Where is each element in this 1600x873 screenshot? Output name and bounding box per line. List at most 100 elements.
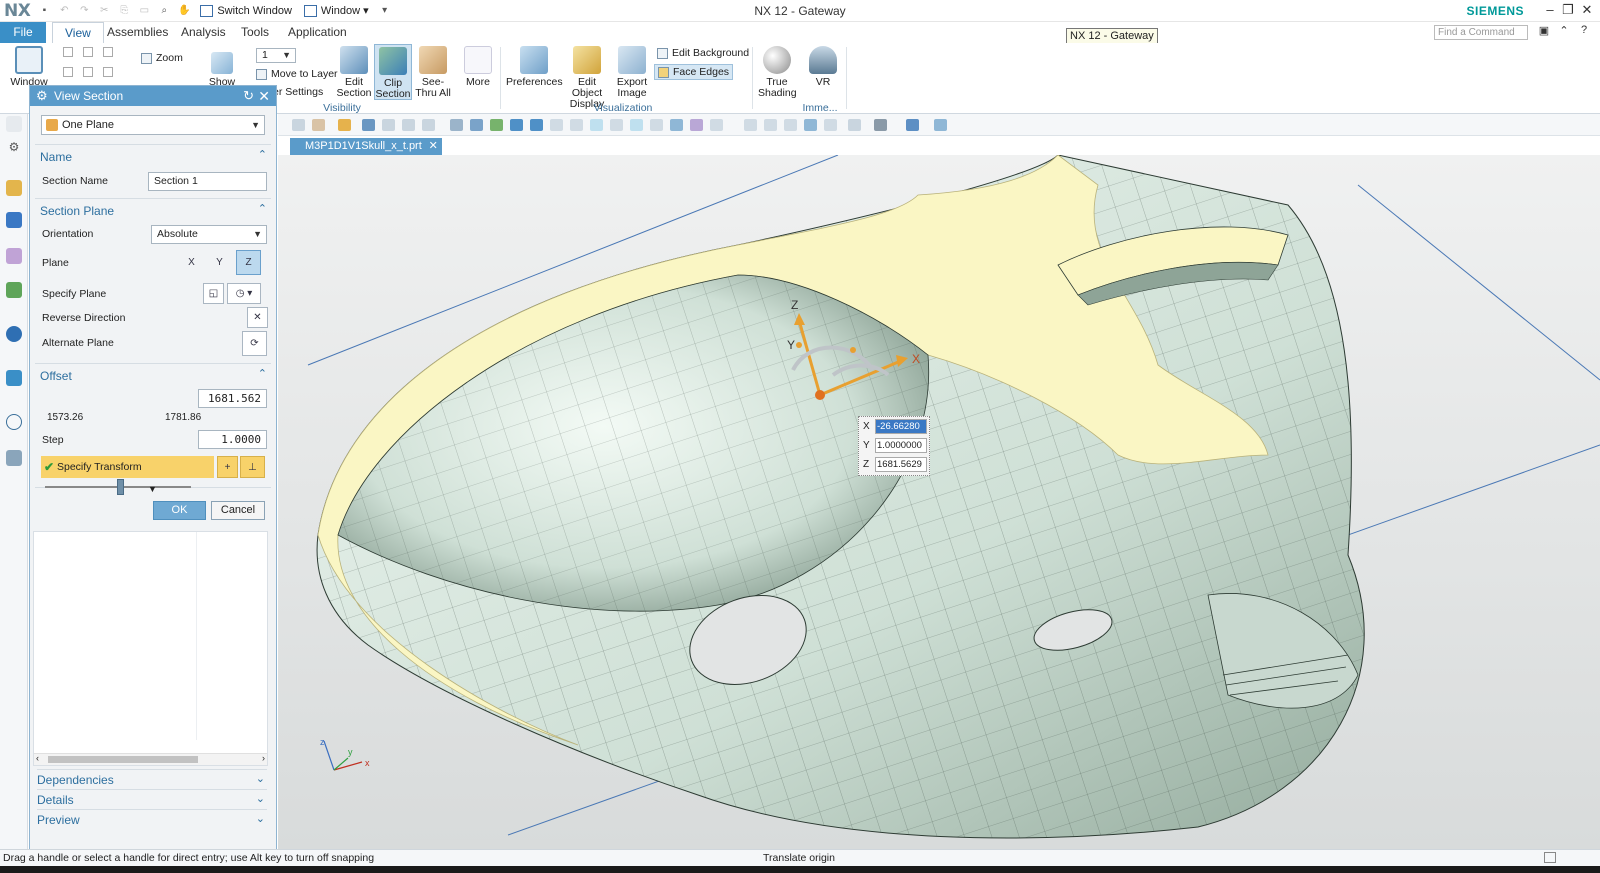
snap-icon[interactable] bbox=[650, 119, 663, 131]
name-group-header[interactable]: Name ⌃ bbox=[35, 145, 271, 165]
expand-icon[interactable]: ⌄ bbox=[256, 772, 265, 785]
ribbon-options-icon[interactable]: ▣ bbox=[1534, 24, 1554, 37]
snap-icon[interactable] bbox=[490, 119, 503, 131]
see-thru-all-button[interactable]: See-Thru All bbox=[413, 46, 453, 99]
snap-icon[interactable] bbox=[530, 119, 543, 131]
offset-value-input[interactable]: 1681.562 bbox=[198, 389, 267, 408]
reset-icon[interactable]: ↻ bbox=[243, 86, 254, 106]
view-icon[interactable] bbox=[874, 119, 887, 131]
toolbar-icon[interactable] bbox=[450, 119, 463, 131]
step-input[interactable]: 1.0000 bbox=[198, 430, 267, 449]
coord-z-input[interactable]: 1681.5629 bbox=[875, 457, 927, 472]
copy-icon[interactable]: ⎘ bbox=[117, 4, 131, 18]
roles-icon[interactable] bbox=[6, 450, 22, 466]
layout-grid-icons[interactable] bbox=[60, 47, 120, 81]
minimize-icon[interactable]: – bbox=[1540, 2, 1560, 17]
coord-y-input[interactable]: 1.0000000 bbox=[875, 438, 927, 453]
more-button[interactable]: More bbox=[462, 46, 494, 88]
plane-dialog-button[interactable]: ◷ ▾ bbox=[227, 283, 261, 304]
tab-file[interactable]: File bbox=[0, 22, 46, 43]
plane-x-button[interactable]: X bbox=[181, 252, 202, 273]
part-file-tab[interactable]: M3P1D1V1Skull_x_t.prt ✕ bbox=[290, 138, 442, 155]
export-image-button[interactable]: Export Image bbox=[616, 46, 648, 99]
edit-object-display-button[interactable]: Edit Object Display bbox=[563, 46, 611, 110]
toolbar-icon[interactable] bbox=[402, 119, 415, 131]
dependencies-panel[interactable]: Dependencies ⌄ bbox=[37, 769, 267, 788]
preview-panel[interactable]: Preview ⌄ bbox=[37, 809, 267, 828]
undo-icon[interactable]: ↶ bbox=[57, 4, 71, 18]
close-tab-icon[interactable]: ✕ bbox=[429, 138, 438, 155]
orientation-select[interactable]: Absolute ▼ bbox=[151, 225, 267, 244]
toolbar-icon[interactable] bbox=[470, 119, 483, 131]
offset-group-header[interactable]: Offset ⌃ bbox=[35, 364, 271, 384]
preferences-button[interactable]: Preferences bbox=[506, 46, 563, 88]
customize-quick-access-icon[interactable]: ▾ bbox=[378, 4, 392, 18]
more-options-icon[interactable]: ▼ bbox=[148, 484, 157, 494]
specify-transform-row[interactable]: ✔ Specify Transform bbox=[41, 456, 214, 478]
cut-icon[interactable]: ✂ bbox=[97, 4, 111, 18]
paste-icon[interactable]: ▭ bbox=[137, 4, 151, 18]
true-shading-button[interactable]: True Shading bbox=[758, 46, 797, 99]
reverse-direction-button[interactable]: ✕ bbox=[247, 307, 268, 328]
transform-point-button[interactable]: + bbox=[217, 456, 238, 478]
view-icon[interactable] bbox=[764, 119, 777, 131]
toolbar-icon[interactable] bbox=[382, 119, 395, 131]
view-icon[interactable] bbox=[906, 119, 919, 131]
alternate-plane-button[interactable]: ⟳ bbox=[242, 331, 267, 356]
view-icon[interactable] bbox=[848, 119, 861, 131]
toolbar-icon[interactable] bbox=[338, 119, 351, 131]
close-icon[interactable]: ✕ bbox=[1577, 2, 1597, 18]
tab-analysis[interactable]: Analysis bbox=[169, 22, 238, 43]
clip-section-button[interactable]: Clip Section bbox=[374, 44, 412, 100]
transform-csys-button[interactable]: ⊥ bbox=[240, 456, 265, 478]
snap-icon[interactable] bbox=[630, 119, 643, 131]
history-icon[interactable] bbox=[6, 370, 22, 386]
layer-select[interactable]: 1 ▼ bbox=[256, 48, 296, 63]
view-icon[interactable] bbox=[824, 119, 837, 131]
plane-y-button[interactable]: Y bbox=[209, 252, 230, 273]
redo-icon[interactable]: ↷ bbox=[77, 4, 91, 18]
graphics-window[interactable]: Z Y X z y x bbox=[278, 155, 1600, 849]
edit-background-button[interactable]: Edit Background bbox=[657, 47, 749, 59]
close-dialog-icon[interactable]: ✕ bbox=[258, 86, 270, 106]
show-button[interactable]: Show bbox=[204, 46, 240, 88]
snap-icon[interactable] bbox=[590, 119, 603, 131]
section-type-select[interactable]: One Plane ▼ bbox=[41, 115, 265, 135]
reuse-library-icon[interactable] bbox=[6, 282, 22, 298]
help-icon[interactable]: ? bbox=[1574, 24, 1594, 36]
layer-settings-button[interactable]: er Settings bbox=[273, 86, 323, 98]
toolbar-icon[interactable] bbox=[292, 119, 305, 131]
scroll-left-icon[interactable]: ‹ bbox=[36, 753, 39, 763]
command-finder-icon[interactable]: ⌕ bbox=[157, 4, 171, 18]
settings-gear-icon[interactable]: ⚙ bbox=[6, 140, 22, 156]
view-icon[interactable] bbox=[784, 119, 797, 131]
snap-icon[interactable] bbox=[710, 119, 723, 131]
collapse-icon[interactable]: ⌃ bbox=[258, 202, 267, 215]
constraint-navigator-icon[interactable] bbox=[6, 212, 22, 228]
touch-mode-icon[interactable]: ✋ bbox=[177, 4, 191, 18]
dialog-settings-icon[interactable]: ⚙ bbox=[36, 86, 48, 106]
expand-icon[interactable]: ⌄ bbox=[256, 792, 265, 805]
clock-icon[interactable] bbox=[6, 414, 22, 430]
view-icon[interactable] bbox=[804, 119, 817, 131]
plane-z-button[interactable]: Z bbox=[236, 250, 261, 275]
scroll-right-icon[interactable]: › bbox=[262, 753, 265, 763]
toolbar-icon[interactable] bbox=[422, 119, 435, 131]
snap-icon[interactable] bbox=[690, 119, 703, 131]
ok-button[interactable]: OK bbox=[153, 501, 206, 520]
part-navigator-icon[interactable] bbox=[6, 116, 22, 132]
snap-icon[interactable] bbox=[670, 119, 683, 131]
window-menu-button[interactable]: Window ▾ bbox=[303, 4, 369, 17]
snap-icon[interactable] bbox=[510, 119, 523, 131]
vr-button[interactable]: VR bbox=[808, 46, 838, 88]
status-icon[interactable] bbox=[1544, 852, 1556, 863]
assembly-navigator-icon[interactable] bbox=[6, 180, 22, 196]
web-browser-icon[interactable] bbox=[6, 326, 22, 342]
window-group-button[interactable]: Window bbox=[8, 46, 50, 88]
section-plane-group-header[interactable]: Section Plane ⌃ bbox=[35, 199, 271, 219]
snap-icon[interactable] bbox=[550, 119, 563, 131]
toolbar-icon[interactable] bbox=[362, 119, 375, 131]
command-search-input[interactable]: Find a Command bbox=[1434, 25, 1528, 40]
cancel-button[interactable]: Cancel bbox=[211, 501, 265, 520]
coord-x-input[interactable]: -26.66280 bbox=[875, 419, 927, 434]
